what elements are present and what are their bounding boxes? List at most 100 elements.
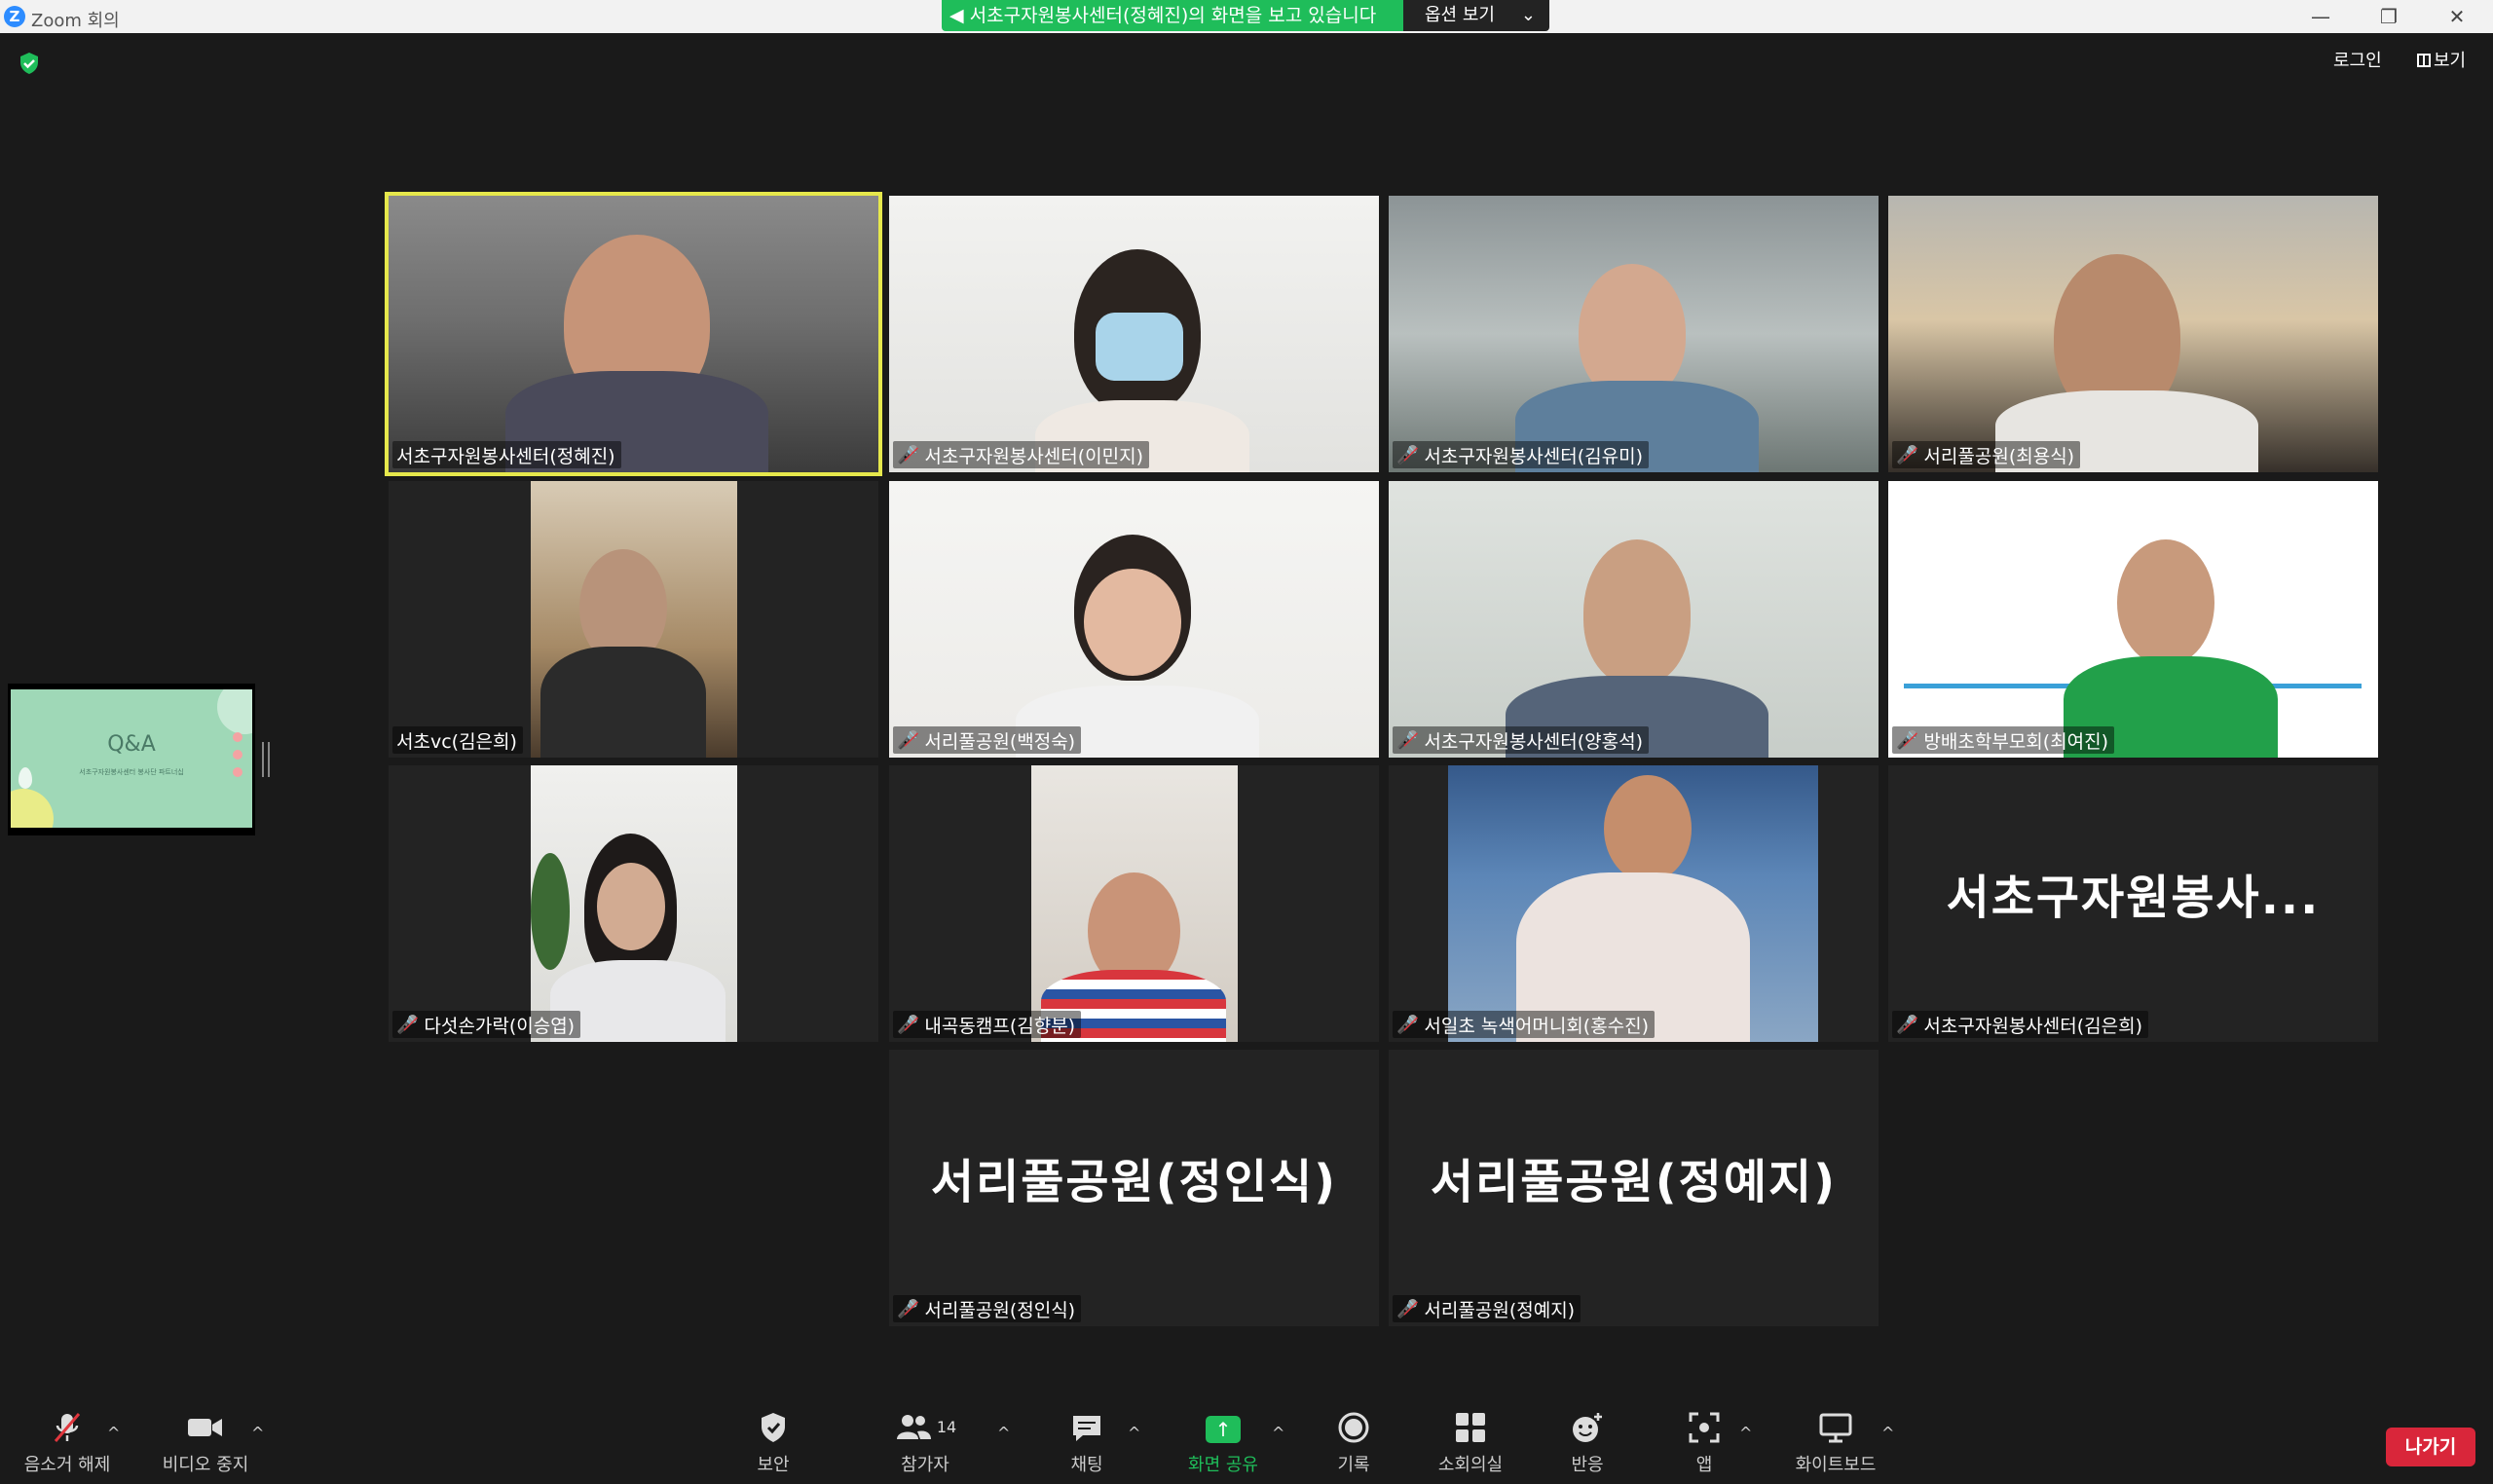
- breakout-rooms-label: 소회의실: [1437, 1455, 1504, 1475]
- mic-muted-icon: 🎤̸: [1396, 729, 1419, 751]
- participant-video: [1389, 481, 1879, 758]
- mic-muted-icon: 🎤̸: [897, 1298, 919, 1319]
- record-label: 기록: [1337, 1455, 1370, 1475]
- participant-tile[interactable]: 🎤̸ 서초구자원봉사센터(김유미): [1389, 196, 1879, 472]
- mic-muted-icon: 🎤̸: [1896, 729, 1918, 751]
- view-options-button[interactable]: 옵션 보기 ⌄: [1403, 0, 1549, 31]
- participant-nametag: 🎤̸ 서초구자원봉사센터(이민지): [893, 441, 1150, 468]
- mic-muted-icon: 🎤̸: [1896, 444, 1918, 465]
- caret-up-icon[interactable]: ^: [1739, 1424, 1752, 1442]
- maximize-button[interactable]: ❐: [2360, 2, 2418, 31]
- participant-name: 서초구자원봉사센터(김유미): [1424, 445, 1644, 467]
- slide-subtitle: 서초구자원봉사센터 봉사단 파트너십: [79, 768, 184, 776]
- participant-tile[interactable]: 🎤̸ 내곡동캠프(김향분): [889, 765, 1379, 1042]
- caret-up-icon[interactable]: ^: [997, 1424, 1010, 1442]
- participant-tile[interactable]: 🎤̸ 방배초학부모회(최여진): [1888, 481, 2378, 758]
- mic-muted-icon: 🎤̸: [897, 729, 919, 751]
- participant-video: [889, 196, 1379, 472]
- participant-tile[interactable]: 🎤̸ 다섯손가락(이승엽): [389, 765, 878, 1042]
- window-title: Zoom 회의: [31, 11, 120, 31]
- participant-tile[interactable]: 🎤̸ 서일초 녹색어머니회(홍수진): [1389, 765, 1879, 1042]
- view-label: 보기: [2434, 51, 2467, 71]
- participant-name: 서일초 녹색어머니회(홍수진): [1424, 1015, 1650, 1037]
- chat-button[interactable]: 채팅: [1040, 1410, 1134, 1476]
- mic-muted-icon: 🎤̸: [897, 1014, 919, 1035]
- leave-meeting-button[interactable]: 나가기: [2386, 1428, 2475, 1466]
- participant-big-name: 서리풀공원(정인식): [930, 1155, 1338, 1209]
- minimize-button[interactable]: —: [2291, 2, 2350, 31]
- participant-name: 다섯손가락(이승엽): [424, 1015, 576, 1037]
- apps-button[interactable]: 앱: [1665, 1410, 1743, 1476]
- apps-icon: [1665, 1410, 1743, 1445]
- caret-up-icon[interactable]: ^: [1881, 1424, 1894, 1442]
- participant-tile[interactable]: 서초구자원봉사센터(정혜진): [385, 192, 882, 476]
- participant-tile[interactable]: 서초vc(김은희): [389, 481, 878, 758]
- login-button[interactable]: 로그인: [2333, 47, 2382, 76]
- video-camera-icon: [152, 1410, 259, 1445]
- caret-up-icon[interactable]: ^: [107, 1424, 120, 1442]
- chevron-down-icon: ⌄: [1520, 5, 1536, 25]
- caret-up-icon[interactable]: ^: [251, 1424, 264, 1442]
- participant-nametag: 🎤̸ 서리풀공원(정인식): [893, 1295, 1082, 1322]
- reactions-button[interactable]: 반응: [1548, 1410, 1626, 1476]
- mic-muted-icon: 🎤̸: [1396, 1014, 1419, 1035]
- unmute-button[interactable]: 음소거 해제: [14, 1410, 121, 1476]
- participant-nametag: 🎤̸ 내곡동캠프(김향분): [893, 1011, 1082, 1038]
- mic-muted-icon: 🎤̸: [1896, 1014, 1918, 1035]
- participant-video: [1888, 196, 2378, 472]
- participant-tile[interactable]: 🎤̸ 서초구자원봉사센터(이민지): [889, 196, 1379, 472]
- participant-name: 서초구자원봉사센터(정혜진): [396, 445, 615, 467]
- whiteboard-button[interactable]: 화이트보드: [1782, 1410, 1889, 1476]
- participant-nametag: 🎤̸ 서초구자원봉사센터(양홍석): [1393, 726, 1650, 754]
- participant-tile[interactable]: 🎤̸ 서리풀공원(최용식): [1888, 196, 2378, 472]
- record-button[interactable]: 기록: [1315, 1410, 1393, 1476]
- view-button[interactable]: 보기: [2417, 47, 2466, 76]
- mic-muted-icon: 🎤̸: [396, 1014, 419, 1035]
- slide-decoration: [11, 789, 54, 828]
- participant-video: [1448, 765, 1818, 1042]
- participant-name: 서리풀공원(정인식): [924, 1299, 1076, 1321]
- unmute-label: 음소거 해제: [23, 1455, 111, 1475]
- caret-up-icon[interactable]: ^: [1128, 1424, 1140, 1442]
- participant-big-name: 서초구자원봉사...: [1946, 871, 2321, 925]
- close-button[interactable]: ✕: [2428, 2, 2486, 31]
- participant-nametag: 서초vc(김은희): [392, 726, 523, 754]
- participant-name: 서초구자원봉사센터(이민지): [924, 445, 1144, 467]
- apps-label: 앱: [1695, 1455, 1713, 1475]
- participant-nametag: 🎤̸ 서리풀공원(최용식): [1892, 441, 2081, 468]
- record-icon: [1315, 1410, 1393, 1445]
- participants-button[interactable]: 14 참가자: [876, 1410, 974, 1476]
- encryption-shield-icon[interactable]: [18, 52, 41, 75]
- breakout-rooms-button[interactable]: 소회의실: [1422, 1410, 1519, 1476]
- participant-tile[interactable]: 🎤̸ 서초구자원봉사센터(양홍석): [1389, 481, 1879, 758]
- whiteboard-label: 화이트보드: [1795, 1455, 1877, 1475]
- participant-video: [1031, 765, 1238, 1042]
- zoom-logo-icon: Z: [4, 6, 25, 27]
- participants-label: 참가자: [901, 1455, 949, 1475]
- shared-screen-thumbnail[interactable]: Q&A 서초구자원봉사센터 봉사단 파트너십: [8, 684, 255, 835]
- resize-handle[interactable]: [262, 742, 270, 777]
- share-screen-button[interactable]: ↑ 화면 공유: [1174, 1410, 1272, 1476]
- shared-slide: Q&A 서초구자원봉사센터 봉사단 파트너십: [11, 689, 252, 828]
- chat-label: 채팅: [1070, 1455, 1103, 1475]
- participant-tile[interactable]: 서초구자원봉사... 🎤̸ 서초구자원봉사센터(김은희): [1888, 765, 2378, 1042]
- share-screen-icon: ↑: [1174, 1410, 1272, 1445]
- stop-video-button[interactable]: 비디오 중지: [152, 1410, 259, 1476]
- reactions-label: 반응: [1571, 1455, 1604, 1475]
- participant-nametag: 🎤̸ 방배초학부모회(최여진): [1892, 726, 2115, 754]
- mic-muted-icon: 🎤̸: [897, 444, 919, 465]
- mic-muted-icon: 🎤̸: [1396, 444, 1419, 465]
- speaker-icon: ◀: [949, 5, 964, 26]
- participant-name: 서초구자원봉사센터(김은희): [1923, 1015, 2143, 1037]
- caret-up-icon[interactable]: ^: [1272, 1424, 1284, 1442]
- participant-nametag: 🎤̸ 서일초 녹색어머니회(홍수진): [1393, 1011, 1656, 1038]
- slide-title: Q&A: [107, 732, 156, 757]
- security-button[interactable]: 보안: [726, 1410, 820, 1476]
- participants-icon: 14: [876, 1410, 974, 1445]
- participant-name: 방배초학부모회(최여진): [1923, 730, 2109, 753]
- participant-tile[interactable]: 서리풀공원(정인식) 🎤̸ 서리풀공원(정인식): [889, 1050, 1379, 1326]
- participant-tile[interactable]: 🎤̸ 서리풀공원(백정숙): [889, 481, 1379, 758]
- participant-video: [531, 481, 737, 758]
- participant-tile[interactable]: 서리풀공원(정예지) 🎤̸ 서리풀공원(정예지): [1389, 1050, 1879, 1326]
- participant-video: [1888, 481, 2378, 758]
